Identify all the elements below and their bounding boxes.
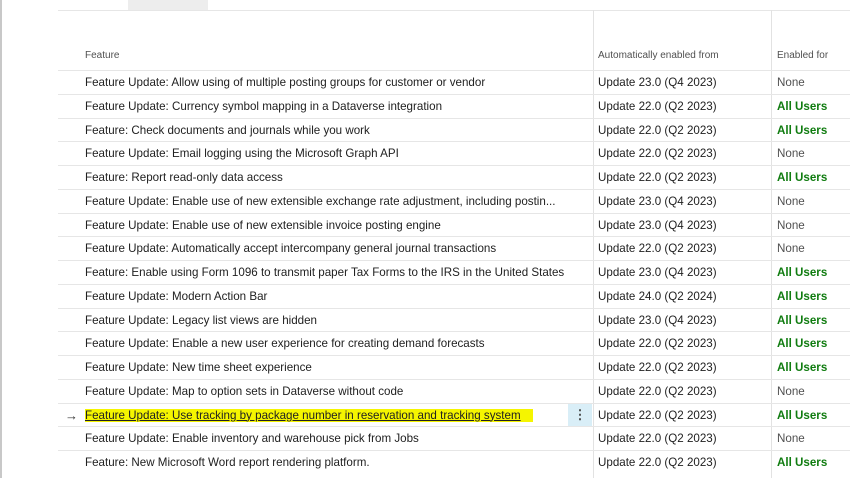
table-row[interactable]: Feature: Enable using Form 1096 to trans… bbox=[58, 260, 850, 284]
auto-enabled-from-value: Update 22.0 (Q2 2023) bbox=[598, 99, 717, 113]
auto-enabled-from-value: Update 22.0 (Q2 2023) bbox=[598, 337, 717, 351]
table-row[interactable]: Feature Update: Allow using of multiple … bbox=[58, 70, 850, 94]
feature-name-text: Feature Update: Currency symbol mapping … bbox=[85, 99, 443, 113]
row-menu-icon[interactable]: ⋮ bbox=[568, 403, 592, 427]
table-row[interactable]: Feature Update: Automatically accept int… bbox=[58, 236, 850, 260]
enabled-for-value[interactable]: None bbox=[777, 214, 850, 237]
auto-enabled-from-value: Update 22.0 (Q2 2023) bbox=[598, 408, 717, 422]
enabled-for-value[interactable]: All Users bbox=[777, 285, 850, 308]
enabled-for-value[interactable]: None bbox=[777, 190, 850, 213]
feature-name-text: Feature Update: Legacy list views are hi… bbox=[85, 313, 318, 327]
enabled-for-value[interactable]: All Users bbox=[777, 356, 850, 379]
table-row[interactable]: Feature: New Microsoft Word report rende… bbox=[58, 450, 850, 474]
table-row[interactable]: Feature Update: Enable a new user experi… bbox=[58, 331, 850, 355]
feature-name-text: Feature Update: Enable use of new extens… bbox=[85, 218, 441, 232]
feature-name[interactable]: Feature: Enable using Form 1096 to trans… bbox=[85, 261, 568, 284]
top-tab[interactable] bbox=[128, 0, 208, 10]
table-header: Feature Automatically enabled from Enabl… bbox=[58, 46, 850, 69]
enabled-for-value[interactable]: None bbox=[777, 427, 850, 450]
feature-name[interactable]: Feature Update: Enable a new user experi… bbox=[85, 332, 568, 355]
feature-name[interactable]: Feature Update: Allow using of multiple … bbox=[85, 71, 568, 94]
feature-name[interactable]: Feature Update: Enable use of new extens… bbox=[85, 190, 568, 213]
table-row[interactable]: Feature Update: New time sheet experienc… bbox=[58, 355, 850, 379]
auto-enabled-from-value: Update 23.0 (Q4 2023) bbox=[598, 266, 717, 279]
feature-name-text: Feature Update: Email logging using the … bbox=[85, 147, 399, 161]
enabled-for-value[interactable]: All Users bbox=[777, 332, 850, 355]
enabled-for-value[interactable]: None bbox=[777, 380, 850, 403]
table-row[interactable]: Feature Update: Modern Action Bar Update … bbox=[58, 283, 850, 308]
auto-enabled-from-value: Update 23.0 (Q4 2023) bbox=[598, 76, 717, 89]
auto-enabled-from-value: Update 22.0 (Q2 2023) bbox=[598, 384, 717, 398]
feature-name[interactable]: Feature Update: Automatically accept int… bbox=[85, 237, 568, 260]
feature-name-text: Feature Update: Allow using of multiple … bbox=[85, 76, 486, 89]
enabled-for-value[interactable]: All Users bbox=[777, 404, 850, 427]
enabled-for-value[interactable]: All Users bbox=[777, 119, 850, 142]
header-feature[interactable]: Feature bbox=[85, 46, 119, 66]
row-selected-arrow-icon: → bbox=[65, 407, 78, 423]
auto-enabled-from-value: Update 23.0 (Q4 2023) bbox=[598, 218, 717, 232]
auto-enabled-from-value: Update 22.0 (Q2 2023) bbox=[598, 123, 717, 137]
header-auto-enabled-from[interactable]: Automatically enabled from bbox=[598, 46, 719, 66]
feature-name-text: Feature Update: Map to option sets in Da… bbox=[85, 384, 404, 398]
table-row[interactable]: Feature: Report read-only data access Upd… bbox=[58, 165, 850, 189]
enabled-for-value[interactable]: All Users bbox=[777, 451, 850, 474]
auto-enabled-from-value: Update 22.0 (Q2 2023) bbox=[598, 456, 717, 469]
feature-name[interactable]: Feature: Report read-only data access bbox=[85, 166, 568, 189]
auto-enabled-from-value: Update 22.0 (Q2 2023) bbox=[598, 361, 717, 374]
feature-name-text: Feature Update: Use tracking by package … bbox=[85, 408, 533, 422]
feature-name-text: Feature Update: New time sheet experienc… bbox=[85, 361, 312, 374]
table-row[interactable]: Feature Update: Legacy list views are hi… bbox=[58, 307, 850, 332]
feature-name-text: Feature: Report read-only data access bbox=[85, 171, 283, 184]
auto-enabled-from-value: Update 24.0 (Q2 2024) bbox=[598, 289, 717, 303]
row-actions: ⋮ bbox=[568, 403, 592, 427]
feature-name-text: Feature Update: Modern Action Bar bbox=[85, 289, 268, 303]
feature-name[interactable]: Feature Update: Modern Action Bar bbox=[85, 285, 568, 308]
feature-name[interactable]: Feature Update: Enable use of new extens… bbox=[85, 214, 568, 237]
feature-name-text: Feature: Enable using Form 1096 to trans… bbox=[85, 266, 565, 279]
feature-name[interactable]: Feature Update: Currency symbol mapping … bbox=[85, 95, 568, 118]
enabled-for-value[interactable]: All Users bbox=[777, 95, 850, 118]
enabled-for-value[interactable]: All Users bbox=[777, 261, 850, 284]
feature-name-text: Feature Update: Enable inventory and war… bbox=[85, 432, 419, 446]
table-row[interactable]: Feature: Check documents and journals wh… bbox=[58, 117, 850, 142]
auto-enabled-from-value: Update 22.0 (Q2 2023) bbox=[598, 432, 717, 446]
auto-enabled-from-value: Update 22.0 (Q2 2023) bbox=[598, 171, 717, 184]
auto-enabled-from-value: Update 22.0 (Q2 2023) bbox=[598, 147, 717, 161]
enabled-for-value[interactable]: All Users bbox=[777, 166, 850, 189]
table-row[interactable]: → Feature Update: Use tracking by package… bbox=[58, 402, 850, 427]
feature-name[interactable]: Feature Update: New time sheet experienc… bbox=[85, 356, 568, 379]
table-row[interactable]: Feature Update: Enable use of new extens… bbox=[58, 188, 850, 213]
feature-name-text: Feature Update: Enable a new user experi… bbox=[85, 337, 485, 351]
feature-name[interactable]: Feature Update: Email logging using the … bbox=[85, 142, 568, 165]
feature-name[interactable]: Feature Update: Enable inventory and war… bbox=[85, 427, 568, 450]
feature-name[interactable]: Feature: New Microsoft Word report rende… bbox=[85, 451, 568, 474]
enabled-for-value[interactable]: All Users bbox=[777, 309, 850, 332]
feature-name[interactable]: Feature: Check documents and journals wh… bbox=[85, 119, 568, 142]
left-border bbox=[0, 0, 2, 478]
feature-name-text: Feature Update: Enable use of new extens… bbox=[85, 194, 556, 208]
top-divider bbox=[58, 10, 850, 11]
table-row[interactable]: Feature Update: Enable inventory and war… bbox=[58, 426, 850, 450]
table-row[interactable]: Feature Update: Currency symbol mapping … bbox=[58, 93, 850, 118]
feature-name[interactable]: Feature Update: Map to option sets in Da… bbox=[85, 380, 568, 403]
feature-name-text: Feature: New Microsoft Word report rende… bbox=[85, 456, 370, 469]
feature-name[interactable]: Feature Update: Use tracking by package … bbox=[85, 404, 568, 427]
enabled-for-value[interactable]: None bbox=[777, 142, 850, 165]
feature-name-text: Feature Update: Automatically accept int… bbox=[85, 242, 497, 256]
auto-enabled-from-value: Update 23.0 (Q4 2023) bbox=[598, 313, 717, 327]
table-row[interactable]: Feature Update: Email logging using the … bbox=[58, 141, 850, 165]
enabled-for-value[interactable]: None bbox=[777, 237, 850, 260]
feature-name-text: Feature: Check documents and journals wh… bbox=[85, 123, 370, 137]
feature-name[interactable]: Feature Update: Legacy list views are hi… bbox=[85, 309, 568, 332]
auto-enabled-from-value: Update 23.0 (Q4 2023) bbox=[598, 194, 717, 208]
enabled-for-value[interactable]: None bbox=[777, 71, 850, 94]
feature-management-page: Feature Automatically enabled from Enabl… bbox=[0, 0, 850, 478]
auto-enabled-from-value: Update 22.0 (Q2 2023) bbox=[598, 242, 717, 256]
table-row[interactable]: Feature Update: Map to option sets in Da… bbox=[58, 378, 850, 403]
header-enabled-for[interactable]: Enabled for bbox=[777, 46, 828, 66]
table-row[interactable]: Feature Update: Enable use of new extens… bbox=[58, 212, 850, 237]
